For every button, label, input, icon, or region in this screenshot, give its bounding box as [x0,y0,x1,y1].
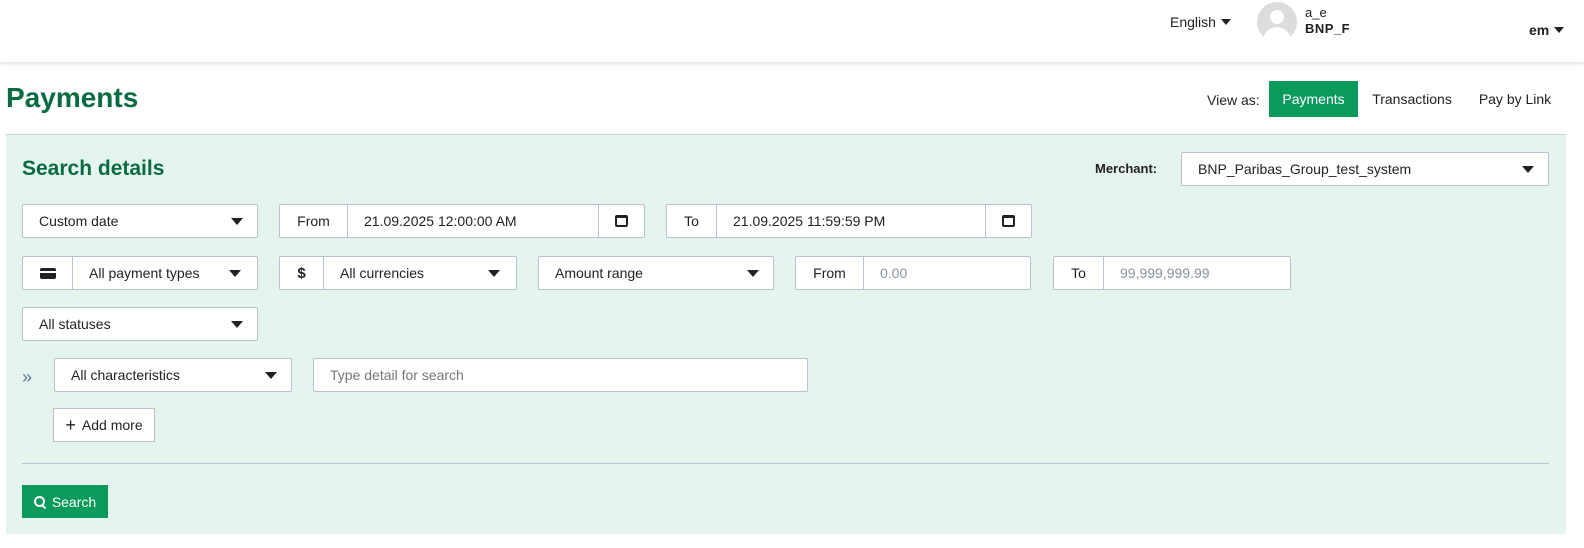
amount-mode-select[interactable]: Amount range [538,256,774,290]
language-label: English [1170,14,1216,30]
user-menu-label: em [1529,22,1550,38]
caret-down-icon [265,372,277,379]
search-details-title: Search details [22,157,165,180]
merchant-label: Merchant: [1095,161,1158,176]
view-transactions-button[interactable]: Transactions [1364,81,1460,117]
view-payments-button[interactable]: Payments [1269,81,1358,117]
calendar-icon [615,215,628,227]
date-to-field[interactable]: To 21.09.2025 11:59:59 PM [666,204,1032,238]
caret-down-icon [229,270,241,277]
plus-icon: + [65,415,76,435]
currency-addon: $ [280,257,324,289]
amount-from-input[interactable] [864,257,1061,289]
view-as-label: View as: [1207,92,1260,108]
view-pay-by-link-button[interactable]: Pay by Link [1470,81,1560,117]
caret-down-icon [231,321,243,328]
currency-field[interactable]: $ All currencies [279,256,517,290]
caret-down-icon [1522,166,1534,173]
payment-type-addon [23,257,73,289]
amount-to-field[interactable]: To [1053,256,1301,290]
payment-type-value: All payment types [89,265,200,281]
search-panel: Search details Merchant: BNP_Paribas_Gro… [6,134,1566,534]
currency-value: All currencies [340,265,425,281]
payment-type-field[interactable]: All payment types [22,256,258,290]
detail-search-input[interactable] [314,359,807,391]
divider [22,463,1549,464]
page-title: Payments [6,82,139,113]
caret-down-icon [1554,27,1565,33]
caret-down-icon [231,218,243,225]
amount-to-input[interactable] [1104,257,1301,289]
user-organization: BNP_F [1305,21,1351,36]
date-mode-select[interactable]: Custom date [22,204,258,238]
add-more-label: Add more [81,417,143,433]
language-selector[interactable]: English [1170,14,1231,30]
dollar-icon: $ [297,264,306,282]
currency-select[interactable]: All currencies [324,257,516,289]
merchant-value: BNP_Paribas_Group_test_system [1198,161,1412,177]
caret-down-icon [1220,19,1231,25]
caret-down-icon [747,270,759,277]
characteristics-value: All characteristics [71,367,180,383]
amount-to-label: To [1054,257,1104,289]
amount-mode-value: Amount range [555,265,643,281]
search-button-label: Search [51,493,97,510]
characteristics-select[interactable]: All characteristics [54,358,292,392]
amount-from-label: From [796,257,864,289]
avatar[interactable] [1257,2,1297,42]
date-to-label: To [667,205,717,237]
calendar-icon [1002,215,1015,227]
merchant-select[interactable]: BNP_Paribas_Group_test_system [1181,152,1549,186]
avatar-head-shape [1270,10,1284,24]
status-value: All statuses [39,316,111,332]
add-more-button[interactable]: + Add more [53,408,155,442]
date-from-calendar-button[interactable] [598,205,644,237]
detail-search-field[interactable] [313,358,808,392]
search-icon [33,495,46,508]
date-to-calendar-button[interactable] [985,205,1031,237]
date-to-value[interactable]: 21.09.2025 11:59:59 PM [717,213,985,229]
user-name: a_e [1305,5,1327,20]
amount-from-field[interactable]: From [795,256,1061,290]
avatar-body-shape [1263,27,1291,42]
double-chevron-right-icon[interactable]: » [22,367,32,388]
date-from-label: From [280,205,348,237]
caret-down-icon [488,270,500,277]
search-button[interactable]: Search [22,485,108,518]
date-mode-value: Custom date [39,213,119,229]
payment-type-select[interactable]: All payment types [73,257,257,289]
date-from-value[interactable]: 21.09.2025 12:00:00 AM [348,213,598,229]
status-select[interactable]: All statuses [22,307,258,341]
date-from-field[interactable]: From 21.09.2025 12:00:00 AM [279,204,645,238]
top-header: English a_e BNP_F em [0,0,1584,62]
user-menu[interactable]: em [1529,22,1565,38]
credit-card-icon [39,267,56,279]
